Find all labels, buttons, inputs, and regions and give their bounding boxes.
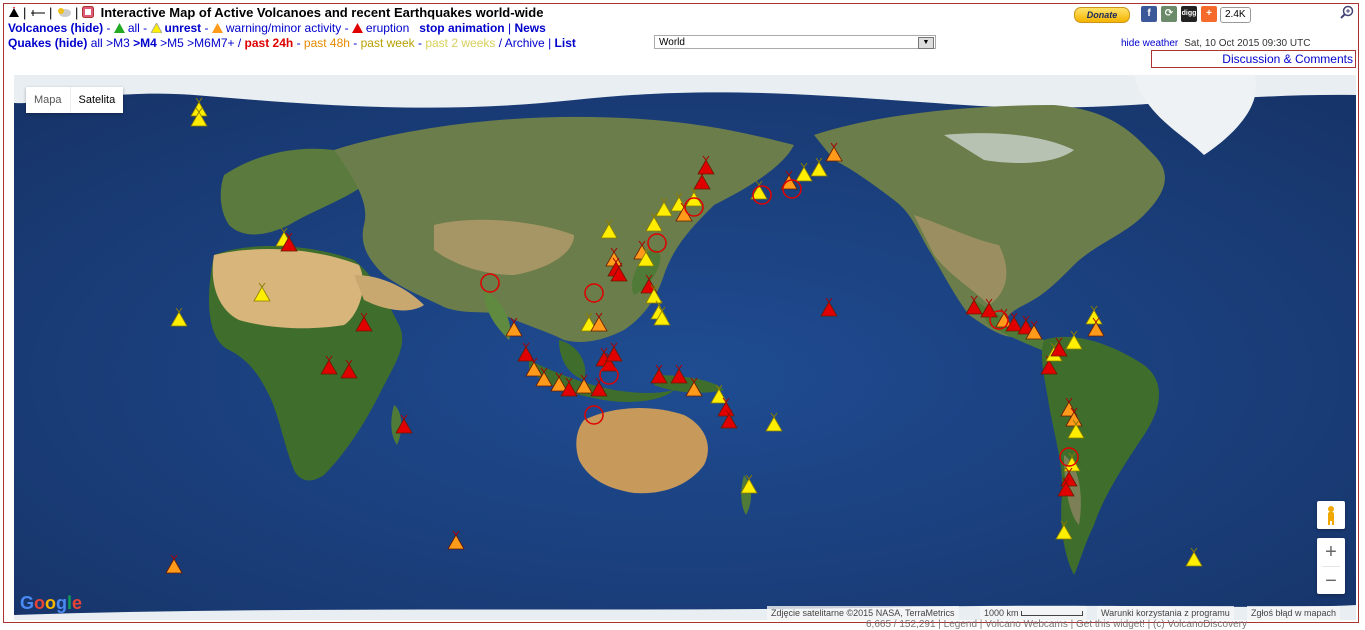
digg-icon[interactable]: digg bbox=[1181, 6, 1197, 22]
quake-filter-row: Quakes (hide) all >M3 >M4 >M5 >M6M7+ / p… bbox=[8, 36, 576, 50]
addthis-icon[interactable]: + bbox=[1201, 6, 1217, 22]
sep: | bbox=[75, 5, 82, 20]
app-icon[interactable] bbox=[82, 6, 94, 21]
volcano-eruption-link[interactable]: eruption bbox=[366, 21, 409, 35]
weather-icon[interactable] bbox=[56, 6, 72, 21]
report-error-link[interactable]: Zgłoś błąd w mapach bbox=[1247, 606, 1341, 620]
volcanoes-hide-link[interactable]: Volcanoes (hide) bbox=[8, 21, 103, 35]
street-view-pegman-icon[interactable] bbox=[1317, 501, 1345, 529]
quake-all-link[interactable]: all bbox=[91, 36, 103, 50]
quake-m7-link[interactable]: M7+ bbox=[211, 36, 235, 50]
quake-m4-link[interactable]: >M4 bbox=[133, 36, 157, 50]
quake-48h-link[interactable]: past 48h bbox=[304, 36, 350, 50]
zoom-in-button[interactable]: + bbox=[1317, 538, 1345, 566]
zoom-control: + − bbox=[1317, 538, 1345, 594]
region-select[interactable]: World ▼ bbox=[654, 35, 936, 49]
orange-triangle-icon bbox=[211, 22, 223, 36]
quake-2weeks-link[interactable]: past 2 weeks bbox=[425, 36, 495, 50]
sahara bbox=[212, 249, 364, 329]
share-count: 2.4K bbox=[1220, 7, 1251, 23]
archive-link[interactable]: Archive bbox=[505, 36, 545, 50]
quake-week-link[interactable]: past week bbox=[361, 36, 415, 50]
quake-24h-link[interactable]: past 24h bbox=[245, 36, 294, 50]
page-title: Interactive Map of Active Volcanoes and … bbox=[100, 5, 544, 20]
volcano-icon[interactable] bbox=[8, 6, 20, 21]
map-type-map[interactable]: Mapa bbox=[26, 87, 70, 113]
imagery-attribution: Zdjęcie satelitarne ©2015 NASA, TerraMet… bbox=[767, 606, 959, 620]
stop-animation-link[interactable]: stop animation bbox=[419, 21, 504, 35]
share-icon[interactable]: ⟳ bbox=[1161, 6, 1177, 22]
map-canvas[interactable] bbox=[14, 75, 1356, 620]
volcano-all-link[interactable]: all bbox=[128, 21, 140, 35]
scale-bar: 1000 km bbox=[980, 606, 1088, 620]
volcano-unrest-link[interactable]: unrest bbox=[165, 21, 202, 35]
scale-label: 1000 km bbox=[984, 608, 1019, 618]
datetime: Sat, 10 Oct 2015 09:30 UTC bbox=[1184, 38, 1311, 49]
discussion-comments-link[interactable]: Discussion & Comments bbox=[1151, 50, 1356, 68]
quakes-hide-link[interactable]: Quakes (hide) bbox=[8, 36, 87, 50]
red-triangle-icon bbox=[351, 22, 363, 36]
map-type-control: Mapa Satelita bbox=[26, 87, 124, 113]
news-link[interactable]: News bbox=[514, 21, 545, 35]
region-select-value: World bbox=[659, 37, 685, 48]
chevron-down-icon[interactable]: ▼ bbox=[918, 37, 934, 49]
sep: | bbox=[23, 5, 30, 20]
facebook-icon[interactable]: f bbox=[1141, 6, 1157, 22]
title-row: | | | Interactive Map of Active Volcanoe… bbox=[8, 5, 543, 21]
ruler-icon[interactable] bbox=[30, 6, 46, 21]
volcano-filter-row: Volcanoes (hide) - all - unrest - warnin… bbox=[8, 21, 546, 36]
yellow-triangle-icon bbox=[149, 21, 163, 36]
donate-button[interactable]: Donate bbox=[1074, 7, 1130, 23]
sep: | bbox=[49, 5, 56, 20]
map-view[interactable]: Mapa Satelita + − Google Zdjęcie satelit… bbox=[14, 75, 1356, 620]
hide-weather-link[interactable]: hide weather bbox=[1121, 38, 1178, 49]
green-triangle-icon bbox=[113, 22, 125, 36]
zoom-out-button[interactable]: − bbox=[1317, 567, 1345, 595]
zoom-magnifier-icon[interactable] bbox=[1340, 5, 1354, 19]
volcano-warning-link[interactable]: warning/minor activity bbox=[226, 21, 341, 35]
quake-m3-link[interactable]: >M3 bbox=[106, 36, 130, 50]
list-link[interactable]: List bbox=[555, 36, 576, 50]
terms-link[interactable]: Warunki korzystania z programu bbox=[1097, 606, 1234, 620]
scale-line bbox=[1021, 611, 1084, 617]
weather-bar: hide weather Sat, 10 Oct 2015 09:30 UTC bbox=[1121, 38, 1310, 49]
map-type-satellite[interactable]: Satelita bbox=[69, 87, 124, 113]
google-logo: Google bbox=[20, 593, 83, 613]
quake-m5-link[interactable]: >M5 bbox=[160, 36, 184, 50]
quake-m6-link[interactable]: >M6 bbox=[187, 36, 211, 50]
